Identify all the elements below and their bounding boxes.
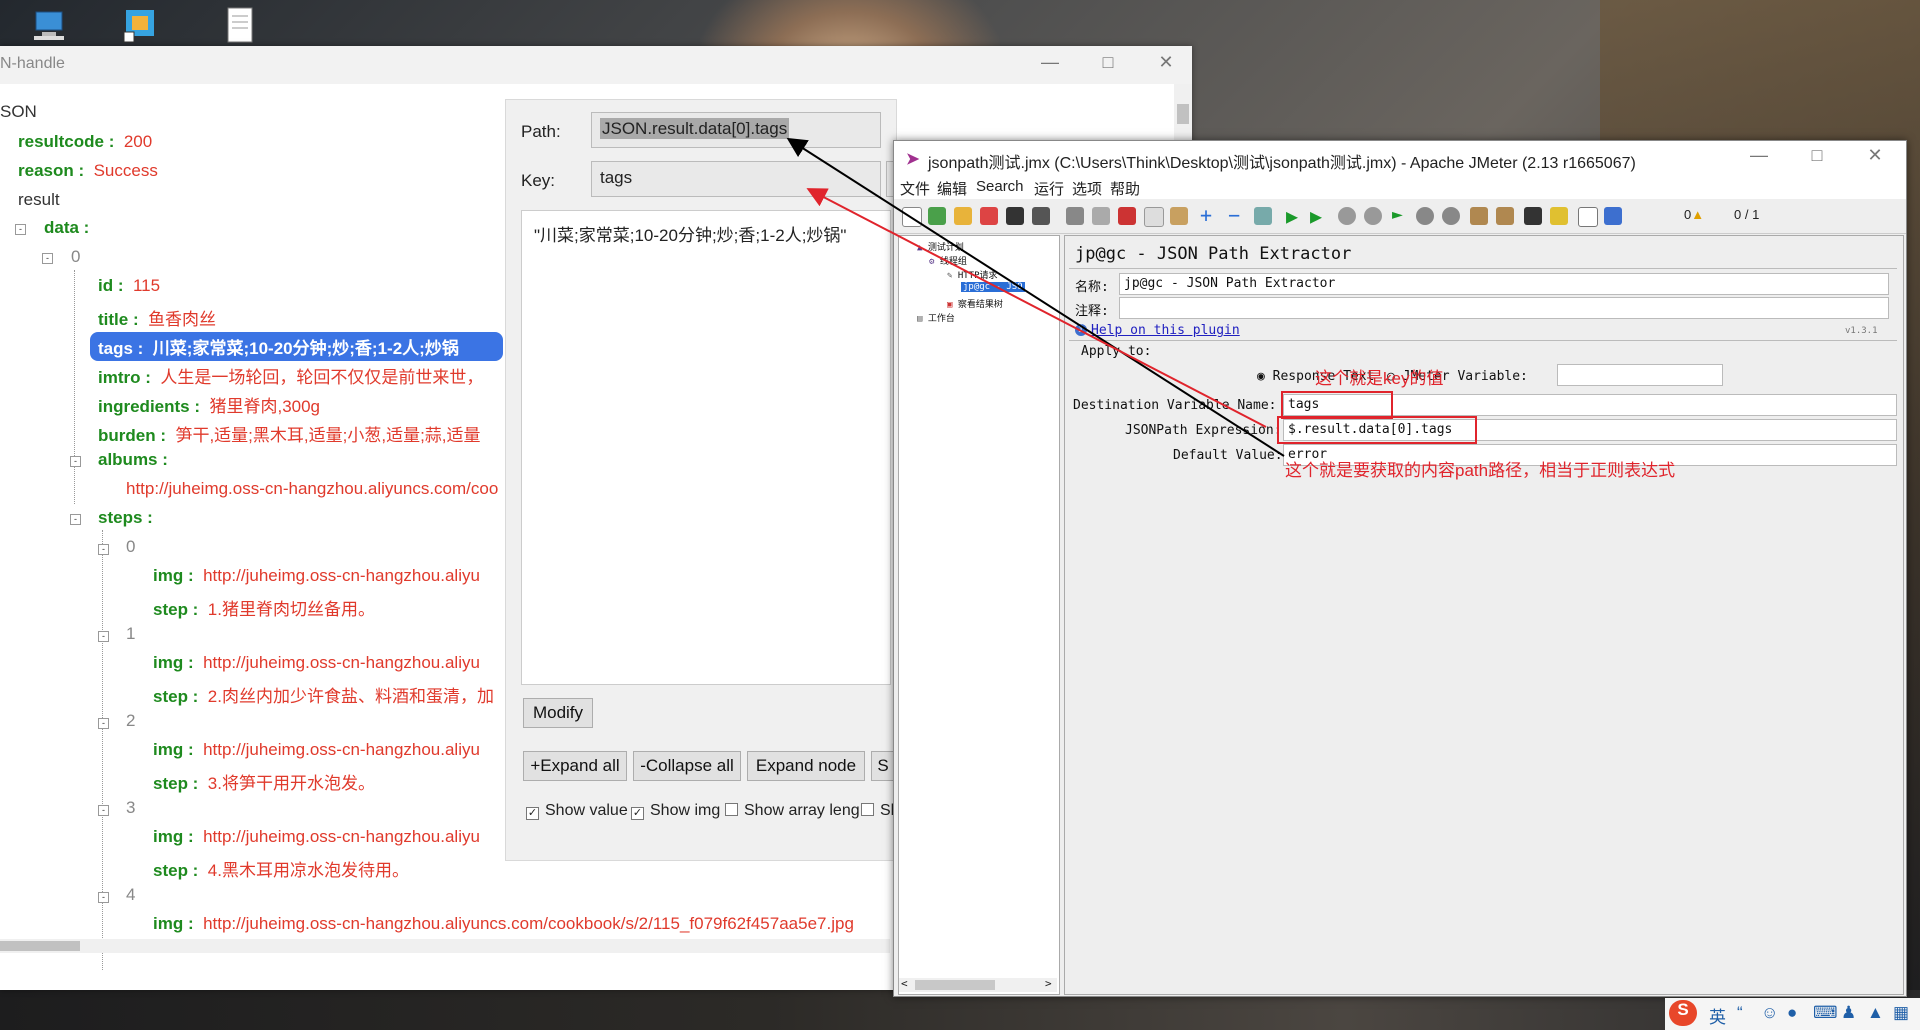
annotation-arrows <box>786 137 1285 457</box>
punctuation-icon[interactable]: “ <box>1737 1003 1743 1023</box>
mic-icon[interactable]: ● <box>1787 1003 1797 1023</box>
system-tray: S 英 “ ☺ ● ⌨ ♟ ▲ ▦ <box>1665 998 1920 1030</box>
shirt-icon[interactable]: ▲ <box>1867 1003 1884 1023</box>
arrow-key <box>806 188 1267 428</box>
sogou-icon[interactable]: S <box>1669 1000 1697 1026</box>
arrow-path <box>786 137 1285 457</box>
grid-icon[interactable]: ▦ <box>1893 1003 1909 1023</box>
ime-mode[interactable]: 英 <box>1709 1003 1726 1028</box>
keyboard-icon[interactable]: ⌨ <box>1813 1003 1838 1023</box>
user-icon[interactable]: ♟ <box>1841 1003 1856 1023</box>
emoji-icon[interactable]: ☺ <box>1761 1003 1778 1023</box>
